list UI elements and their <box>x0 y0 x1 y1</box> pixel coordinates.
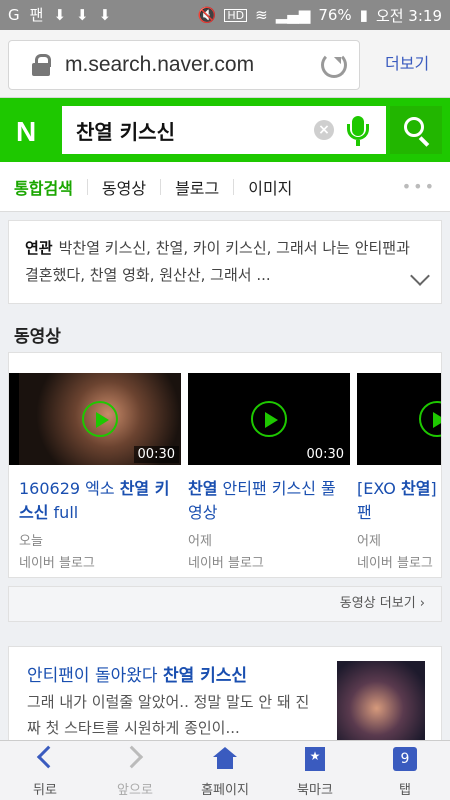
blog-result[interactable]: 안티팬이 돌아왔다 찬열 키스신 그래 내가 이럴줄 알았어.. 정말 말도 안… <box>8 646 442 747</box>
tab-integrated[interactable]: 통합검색 <box>0 175 87 199</box>
video-item[interactable] <box>9 373 19 465</box>
video-thumbnail[interactable]: 00:30 <box>19 373 181 465</box>
url-text[interactable]: m.search.naver.com <box>65 53 254 77</box>
video-item[interactable]: 00:30 찬열 안티팬 키스신 풀영상 어제 네이버 블로그 <box>188 373 350 575</box>
mute-icon: 🔇 <box>197 5 217 24</box>
notification-icons: G 팬 ⬇ ⬇ ⬇ <box>8 5 112 24</box>
play-icon <box>419 401 441 437</box>
search-input[interactable]: 찬열 키스신 × <box>62 106 386 154</box>
notification-icon: 팬 <box>29 5 44 24</box>
wifi-icon: ≋ <box>255 5 268 24</box>
tabs-button[interactable]: 9 탭 <box>360 741 450 800</box>
video-date: 어제 <box>188 534 212 549</box>
search-icon <box>404 117 424 137</box>
naver-logo[interactable]: N <box>16 116 36 148</box>
status-bar: G 팬 ⬇ ⬇ ⬇ 🔇 HD ≋ ▂▄▆ 76% ▮ 오전 3:19 <box>0 0 450 30</box>
back-button[interactable]: 뒤로 <box>0 741 90 800</box>
video-section-title: 동영상 <box>14 327 61 347</box>
battery-percent: 76% <box>318 6 352 24</box>
download-icon: ⬇ <box>98 5 112 24</box>
video-date: 어제 <box>357 534 381 549</box>
related-keywords[interactable]: 연관 박찬열 키스신, 찬열, 카이 키스신, 그래서 나는 안티팬과 결혼했다,… <box>8 220 442 304</box>
search-button[interactable] <box>390 106 442 154</box>
more-videos-link[interactable]: 동영상 더보기 › <box>8 586 442 622</box>
related-heading: 연관 <box>25 239 53 257</box>
blog-thumbnail[interactable] <box>337 661 425 747</box>
notification-icon: G <box>8 5 20 24</box>
lock-icon <box>31 54 51 76</box>
play-icon <box>82 401 118 437</box>
download-icon: ⬇ <box>53 5 67 24</box>
search-tabs: 통합검색 동영상 블로그 이미지 ••• <box>0 162 450 212</box>
video-item[interactable]: 00:30 160629 엑소 찬열 키스신 full 오늘 네이버 블로그 <box>19 373 181 575</box>
reload-icon[interactable] <box>321 52 347 78</box>
signal-icon: ▂▄▆ <box>275 5 311 24</box>
home-button[interactable]: 홈페이지 <box>180 741 270 800</box>
video-source: 네이버 블로그 <box>357 556 433 571</box>
video-title[interactable]: 찬열 안티팬 키스신 풀영상 <box>188 477 350 525</box>
address-bar[interactable]: m.search.naver.com <box>8 40 360 90</box>
related-text[interactable]: 박찬열 키스신, 찬열, 카이 키스신, 그래서 나는 안티팬과 결혼했다, 찬… <box>25 239 410 284</box>
video-thumbnail[interactable] <box>9 373 19 465</box>
home-icon <box>213 747 237 769</box>
browser-bottom-nav: 뒤로 앞으로 홈페이지 북마크 9 탭 <box>0 740 450 800</box>
clock: 오전 3:19 <box>375 6 442 25</box>
bookmark-icon <box>305 747 325 771</box>
tabs-count-icon: 9 <box>393 747 417 771</box>
video-title[interactable]: [EXO 찬열] 나는 안티팬 <box>357 477 441 525</box>
video-thumbnail[interactable] <box>357 373 441 465</box>
chevron-down-icon[interactable] <box>410 266 430 286</box>
forward-arrow-icon <box>120 745 144 769</box>
download-icon: ⬇ <box>76 5 89 24</box>
more-menu-button[interactable]: 더보기 <box>385 50 429 74</box>
blog-title[interactable]: 안티팬이 돌아왔다 찬열 키스신 <box>27 661 247 686</box>
video-carousel[interactable]: 00:30 160629 엑소 찬열 키스신 full 오늘 네이버 블로그 0… <box>8 352 442 578</box>
video-duration: 00:30 <box>133 446 179 463</box>
search-query[interactable]: 찬열 키스신 <box>76 116 175 145</box>
forward-button[interactable]: 앞으로 <box>90 741 180 800</box>
tab-image[interactable]: 이미지 <box>234 175 306 199</box>
blog-description: 그래 내가 이럴줄 알았어.. 정말 말도 안 돼 진짜 첫 스타트를 시원하게… <box>27 693 310 737</box>
video-thumbnail[interactable]: 00:30 <box>188 373 350 465</box>
video-duration: 00:30 <box>302 446 348 463</box>
clear-icon[interactable]: × <box>314 120 334 140</box>
back-arrow-icon <box>36 745 60 769</box>
play-icon <box>251 401 287 437</box>
video-item[interactable]: [EXO 찬열] 나는 안티팬 어제 네이버 블로그 <box>357 373 441 575</box>
video-date: 오늘 <box>19 534 43 549</box>
more-tabs-icon[interactable]: ••• <box>402 177 436 196</box>
tab-video[interactable]: 동영상 <box>88 175 160 199</box>
battery-icon: ▮ <box>359 5 368 24</box>
video-source: 네이버 블로그 <box>188 556 264 571</box>
hd-icon: HD <box>224 8 248 22</box>
browser-toolbar: m.search.naver.com 더보기 <box>0 30 450 98</box>
video-title[interactable]: 160629 엑소 찬열 키스신 full <box>19 477 181 525</box>
microphone-icon[interactable] <box>344 116 372 146</box>
naver-search-bar: N 찬열 키스신 × <box>0 98 450 162</box>
video-source: 네이버 블로그 <box>19 556 95 571</box>
bookmark-button[interactable]: 북마크 <box>270 741 360 800</box>
tab-blog[interactable]: 블로그 <box>161 175 233 199</box>
